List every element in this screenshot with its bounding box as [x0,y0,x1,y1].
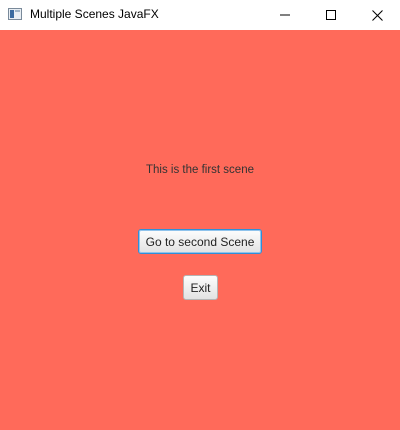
title-bar[interactable]: Multiple Scenes JavaFX [0,0,400,30]
window-title: Multiple Scenes JavaFX [30,7,159,21]
maximize-button[interactable] [308,0,354,30]
java-app-icon [8,8,22,20]
scene-content: This is the first scene Go to second Sce… [0,30,400,430]
close-button[interactable] [354,0,400,30]
app-window: Multiple Scenes JavaFX This is the first… [0,0,400,430]
minimize-icon [280,14,290,16]
go-to-second-scene-button[interactable]: Go to second Scene [138,229,262,254]
exit-button[interactable]: Exit [183,275,218,300]
close-icon [371,9,383,21]
minimize-button[interactable] [262,0,308,30]
maximize-icon [326,10,336,20]
scene-label: This is the first scene [145,164,254,176]
